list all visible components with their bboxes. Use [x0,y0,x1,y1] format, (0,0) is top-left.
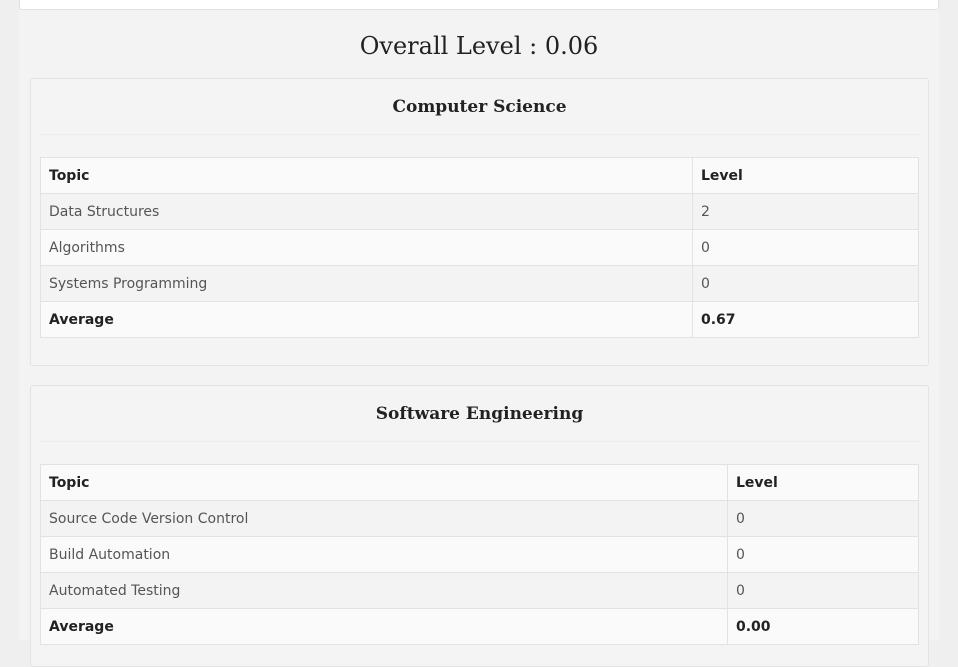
topic-cell: Automated Testing [40,572,728,609]
column-header-topic: Topic [40,157,693,194]
table-row: Data Structures 2 [40,193,919,230]
table-header-row: Topic Level [40,157,919,194]
level-cell: 0 [727,536,919,573]
column-header-level: Level [727,464,919,501]
topic-cell: Systems Programming [40,265,693,302]
level-cell: 0 [692,265,919,302]
average-row: Average 0.67 [40,301,919,338]
table-row: Source Code Version Control 0 [40,500,919,537]
section-panel-software-engineering: Software Engineering Topic Level Source … [30,385,929,667]
table-row: Systems Programming 0 [40,265,919,302]
table-row: Automated Testing 0 [40,572,919,609]
topic-cell: Data Structures [40,193,693,230]
column-header-level: Level [692,157,919,194]
average-value: 0.67 [692,301,919,338]
table-row: Algorithms 0 [40,229,919,266]
column-header-topic: Topic [40,464,728,501]
level-cell: 0 [727,500,919,537]
level-cell: 0 [692,229,919,266]
average-label: Average [40,608,728,645]
section-title: Software Engineering [39,386,920,442]
section-panel-computer-science: Computer Science Topic Level Data Struct… [30,78,929,366]
page-container: Overall Level : 0.06 Computer Science To… [19,0,939,667]
section-title: Computer Science [39,79,920,135]
average-row: Average 0.00 [40,608,919,645]
table-row: Build Automation 0 [40,536,919,573]
topic-table: Topic Level Source Code Version Control … [40,464,919,645]
top-bar [19,0,939,10]
average-label: Average [40,301,693,338]
overall-level: Overall Level : 0.06 [359,32,599,60]
average-value: 0.00 [727,608,919,645]
topic-cell: Algorithms [40,229,693,266]
level-cell: 0 [727,572,919,609]
table-header-row: Topic Level [40,464,919,501]
topic-table: Topic Level Data Structures 2 Algorithms… [40,157,919,338]
topic-cell: Source Code Version Control [40,500,728,537]
level-cell: 2 [692,193,919,230]
topic-cell: Build Automation [40,536,728,573]
